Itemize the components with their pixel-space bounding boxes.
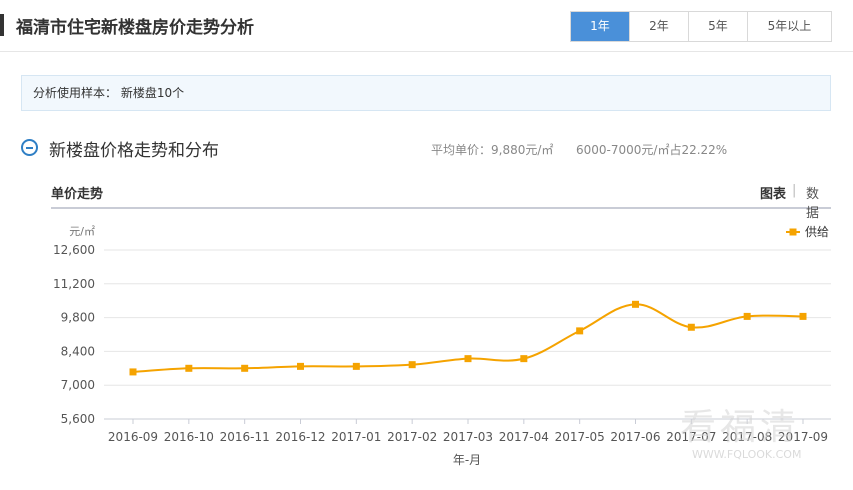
series-layer xyxy=(129,300,807,376)
data-point xyxy=(576,327,584,335)
y-tick-label: 8,400 xyxy=(61,344,95,358)
x-tick-label: 2017-04 xyxy=(499,430,549,444)
data-point xyxy=(632,300,639,308)
y-tick-label: 11,200 xyxy=(53,277,95,291)
data-point xyxy=(687,323,695,331)
data-point xyxy=(799,312,807,320)
tab-5-years[interactable]: 5年 xyxy=(688,12,747,41)
x-tick-label: 2017-03 xyxy=(443,430,493,444)
data-point xyxy=(464,355,472,363)
data-point xyxy=(743,312,751,320)
x-tick-label: 2017-05 xyxy=(555,430,605,444)
collapse-icon[interactable] xyxy=(21,139,38,156)
chart-subtitle: 单价走势 xyxy=(51,187,104,202)
data-point xyxy=(352,362,360,370)
y-tick-label: 5,600 xyxy=(61,412,95,426)
x-tick-label: 2017-01 xyxy=(331,430,381,444)
section-title: 新楼盘价格走势和分布 xyxy=(49,141,219,161)
chart-axes: 5,600 7,000 8,400 9,800 11,200 12,600 元/㎡ 2016-… xyxy=(53,225,831,467)
tab-over-5-years[interactable]: 5年以上 xyxy=(747,12,831,41)
data-point xyxy=(297,362,304,370)
y-unit-label: 元/㎡ xyxy=(69,225,95,238)
data-point xyxy=(185,364,193,372)
x-tick-label: 2017-02 xyxy=(387,430,437,444)
y-tick-label: 9,800 xyxy=(61,311,95,325)
tab-1-year[interactable]: 1年 xyxy=(571,12,629,41)
section-header: 新楼盘价格走势和分布 平均单价：9,880元/㎡ 6000-7000元/㎡占22… xyxy=(21,136,831,161)
x-axis-title: 年-月 xyxy=(453,453,481,467)
period-tabs: 1年 2年 5年 5年以上 xyxy=(570,11,832,42)
chart-header: 单价走势 图表 | 数据 xyxy=(51,180,831,221)
data-point xyxy=(520,355,528,363)
grid-lines xyxy=(104,249,831,386)
tab-2-years[interactable]: 2年 xyxy=(629,12,688,41)
data-point xyxy=(129,368,137,376)
y-tick-label: 7,000 xyxy=(61,378,95,392)
x-tick-label: 2017-09 xyxy=(778,430,828,444)
x-tick-label: 2017-07 xyxy=(666,430,716,444)
x-tick-label: 2016-12 xyxy=(275,430,325,444)
x-tick-label: 2016-10 xyxy=(164,430,214,444)
x-tick-label: 2016-09 xyxy=(108,430,158,444)
sample-info-box: 分析使用样本： 新楼盘10个 xyxy=(21,75,831,111)
data-point xyxy=(241,364,249,372)
title-bar: 福清市住宅新楼盘房价走势分析 1年 2年 5年 5年以上 xyxy=(0,0,853,52)
legend-marker xyxy=(789,228,797,236)
x-tick-label: 2016-11 xyxy=(220,430,270,444)
price-trend-chart: 5,600 7,000 8,400 9,800 11,200 12,600 元/㎡ 2016-… xyxy=(53,225,831,467)
price-range-share: 6000-7000元/㎡占22.22% xyxy=(576,143,728,157)
data-point xyxy=(408,361,416,369)
x-tick-label: 2017-06 xyxy=(610,430,660,444)
title-accent-bar xyxy=(0,14,4,36)
x-tick-label: 2017-08 xyxy=(722,430,772,444)
view-separator: | xyxy=(792,183,797,198)
y-tick-label: 12,600 xyxy=(53,243,95,257)
view-chart-toggle[interactable]: 图表 xyxy=(760,183,786,202)
chart-legend[interactable]: 供给 xyxy=(786,225,829,239)
legend-label: 供给 xyxy=(805,225,829,239)
average-price: 平均单价：9,880元/㎡ xyxy=(431,143,554,157)
page-title: 福清市住宅新楼盘房价走势分析 xyxy=(16,18,254,38)
